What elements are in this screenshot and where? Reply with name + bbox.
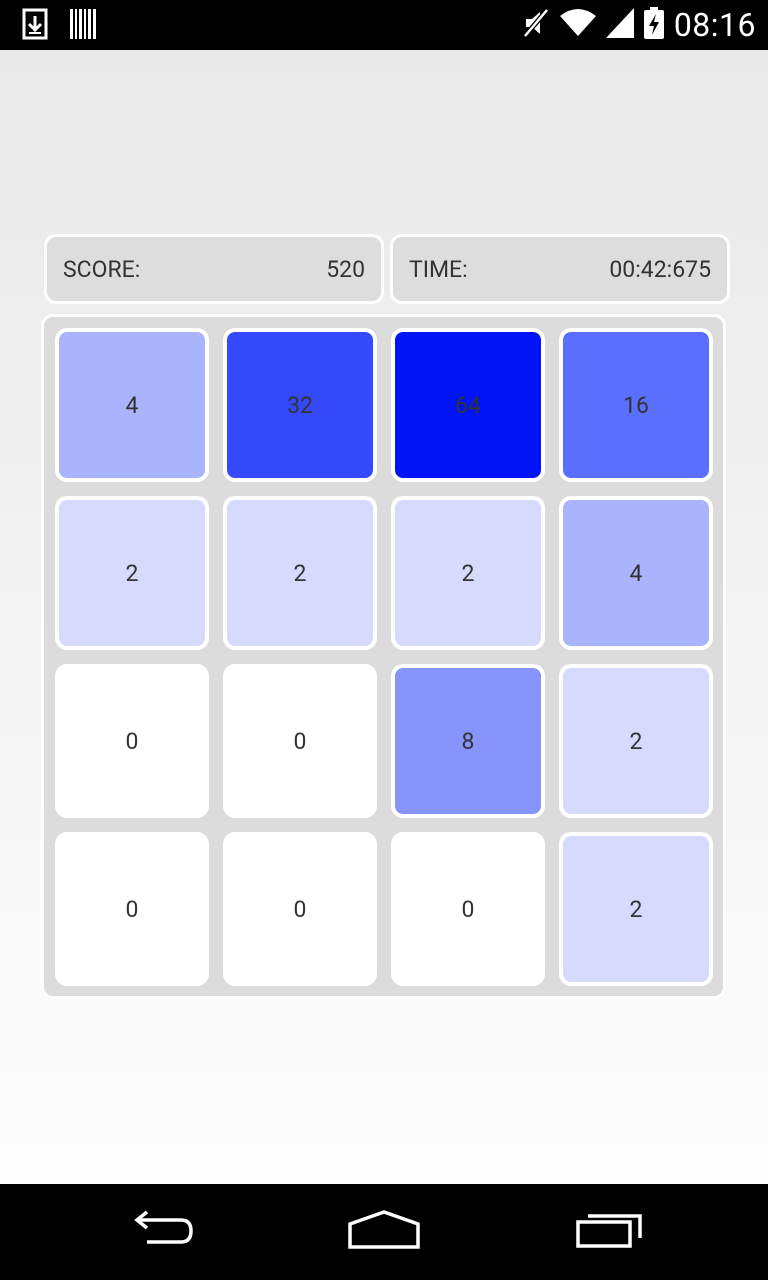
mute-icon (522, 7, 550, 43)
board-tile: 8 (391, 664, 545, 818)
home-icon (346, 1210, 422, 1254)
status-clock: 08:16 (673, 6, 756, 44)
time-panel: TIME: 00:42:675 (390, 234, 730, 304)
board-tile: 4 (55, 328, 209, 482)
tile-value: 4 (629, 559, 643, 587)
tile-value: 2 (125, 559, 139, 587)
board-tile: 0 (223, 664, 377, 818)
time-value: 00:42:675 (609, 255, 711, 283)
score-value: 520 (326, 255, 365, 283)
barcode-icon (70, 9, 96, 43)
tile-value: 0 (461, 895, 475, 923)
signal-icon (605, 8, 634, 42)
board-tile: 2 (391, 496, 545, 650)
board-tile: 2 (55, 496, 209, 650)
tile-value: 64 (455, 391, 481, 419)
home-button[interactable] (329, 1204, 439, 1260)
tile-value: 32 (287, 391, 313, 419)
nav-bar (0, 1184, 768, 1280)
tile-value: 0 (125, 895, 139, 923)
tile-value: 0 (125, 727, 139, 755)
tile-value: 16 (623, 391, 649, 419)
board-tile: 4 (559, 496, 713, 650)
tile-value: 2 (293, 559, 307, 587)
tile-value: 2 (461, 559, 475, 587)
score-panel: SCORE: 520 (44, 234, 384, 304)
board-tile: 2 (559, 664, 713, 818)
download-icon (22, 8, 48, 44)
time-label: TIME: (409, 255, 468, 283)
wifi-icon (559, 8, 596, 42)
tile-value: 0 (293, 727, 307, 755)
board-tile: 16 (559, 328, 713, 482)
board-tile: 2 (223, 496, 377, 650)
recent-apps-icon (574, 1210, 646, 1254)
score-label: SCORE: (63, 255, 141, 283)
board-tile: 32 (223, 328, 377, 482)
board-tile: 0 (223, 832, 377, 986)
back-button[interactable] (105, 1204, 215, 1260)
tile-value: 2 (629, 727, 643, 755)
recent-apps-button[interactable] (555, 1204, 665, 1260)
tile-value: 2 (629, 895, 643, 923)
tile-value: 0 (293, 895, 307, 923)
back-icon (125, 1210, 195, 1254)
tile-value: 8 (461, 727, 475, 755)
board-tile: 0 (391, 832, 545, 986)
game-screen: 08:16 SCORE: 520 TIME: 00:42:675 4 32 64 16… (0, 0, 768, 1280)
board-tile: 0 (55, 832, 209, 986)
battery-charging-icon (643, 7, 664, 43)
board-tile: 64 (391, 328, 545, 482)
board-tile: 0 (55, 664, 209, 818)
board-tile: 2 (559, 832, 713, 986)
game-board[interactable]: 4 32 64 16 2 2 2 4 0 0 8 2 0 0 0 2 (41, 314, 726, 999)
tile-value: 4 (125, 391, 139, 419)
status-bar: 08:16 (0, 0, 768, 50)
